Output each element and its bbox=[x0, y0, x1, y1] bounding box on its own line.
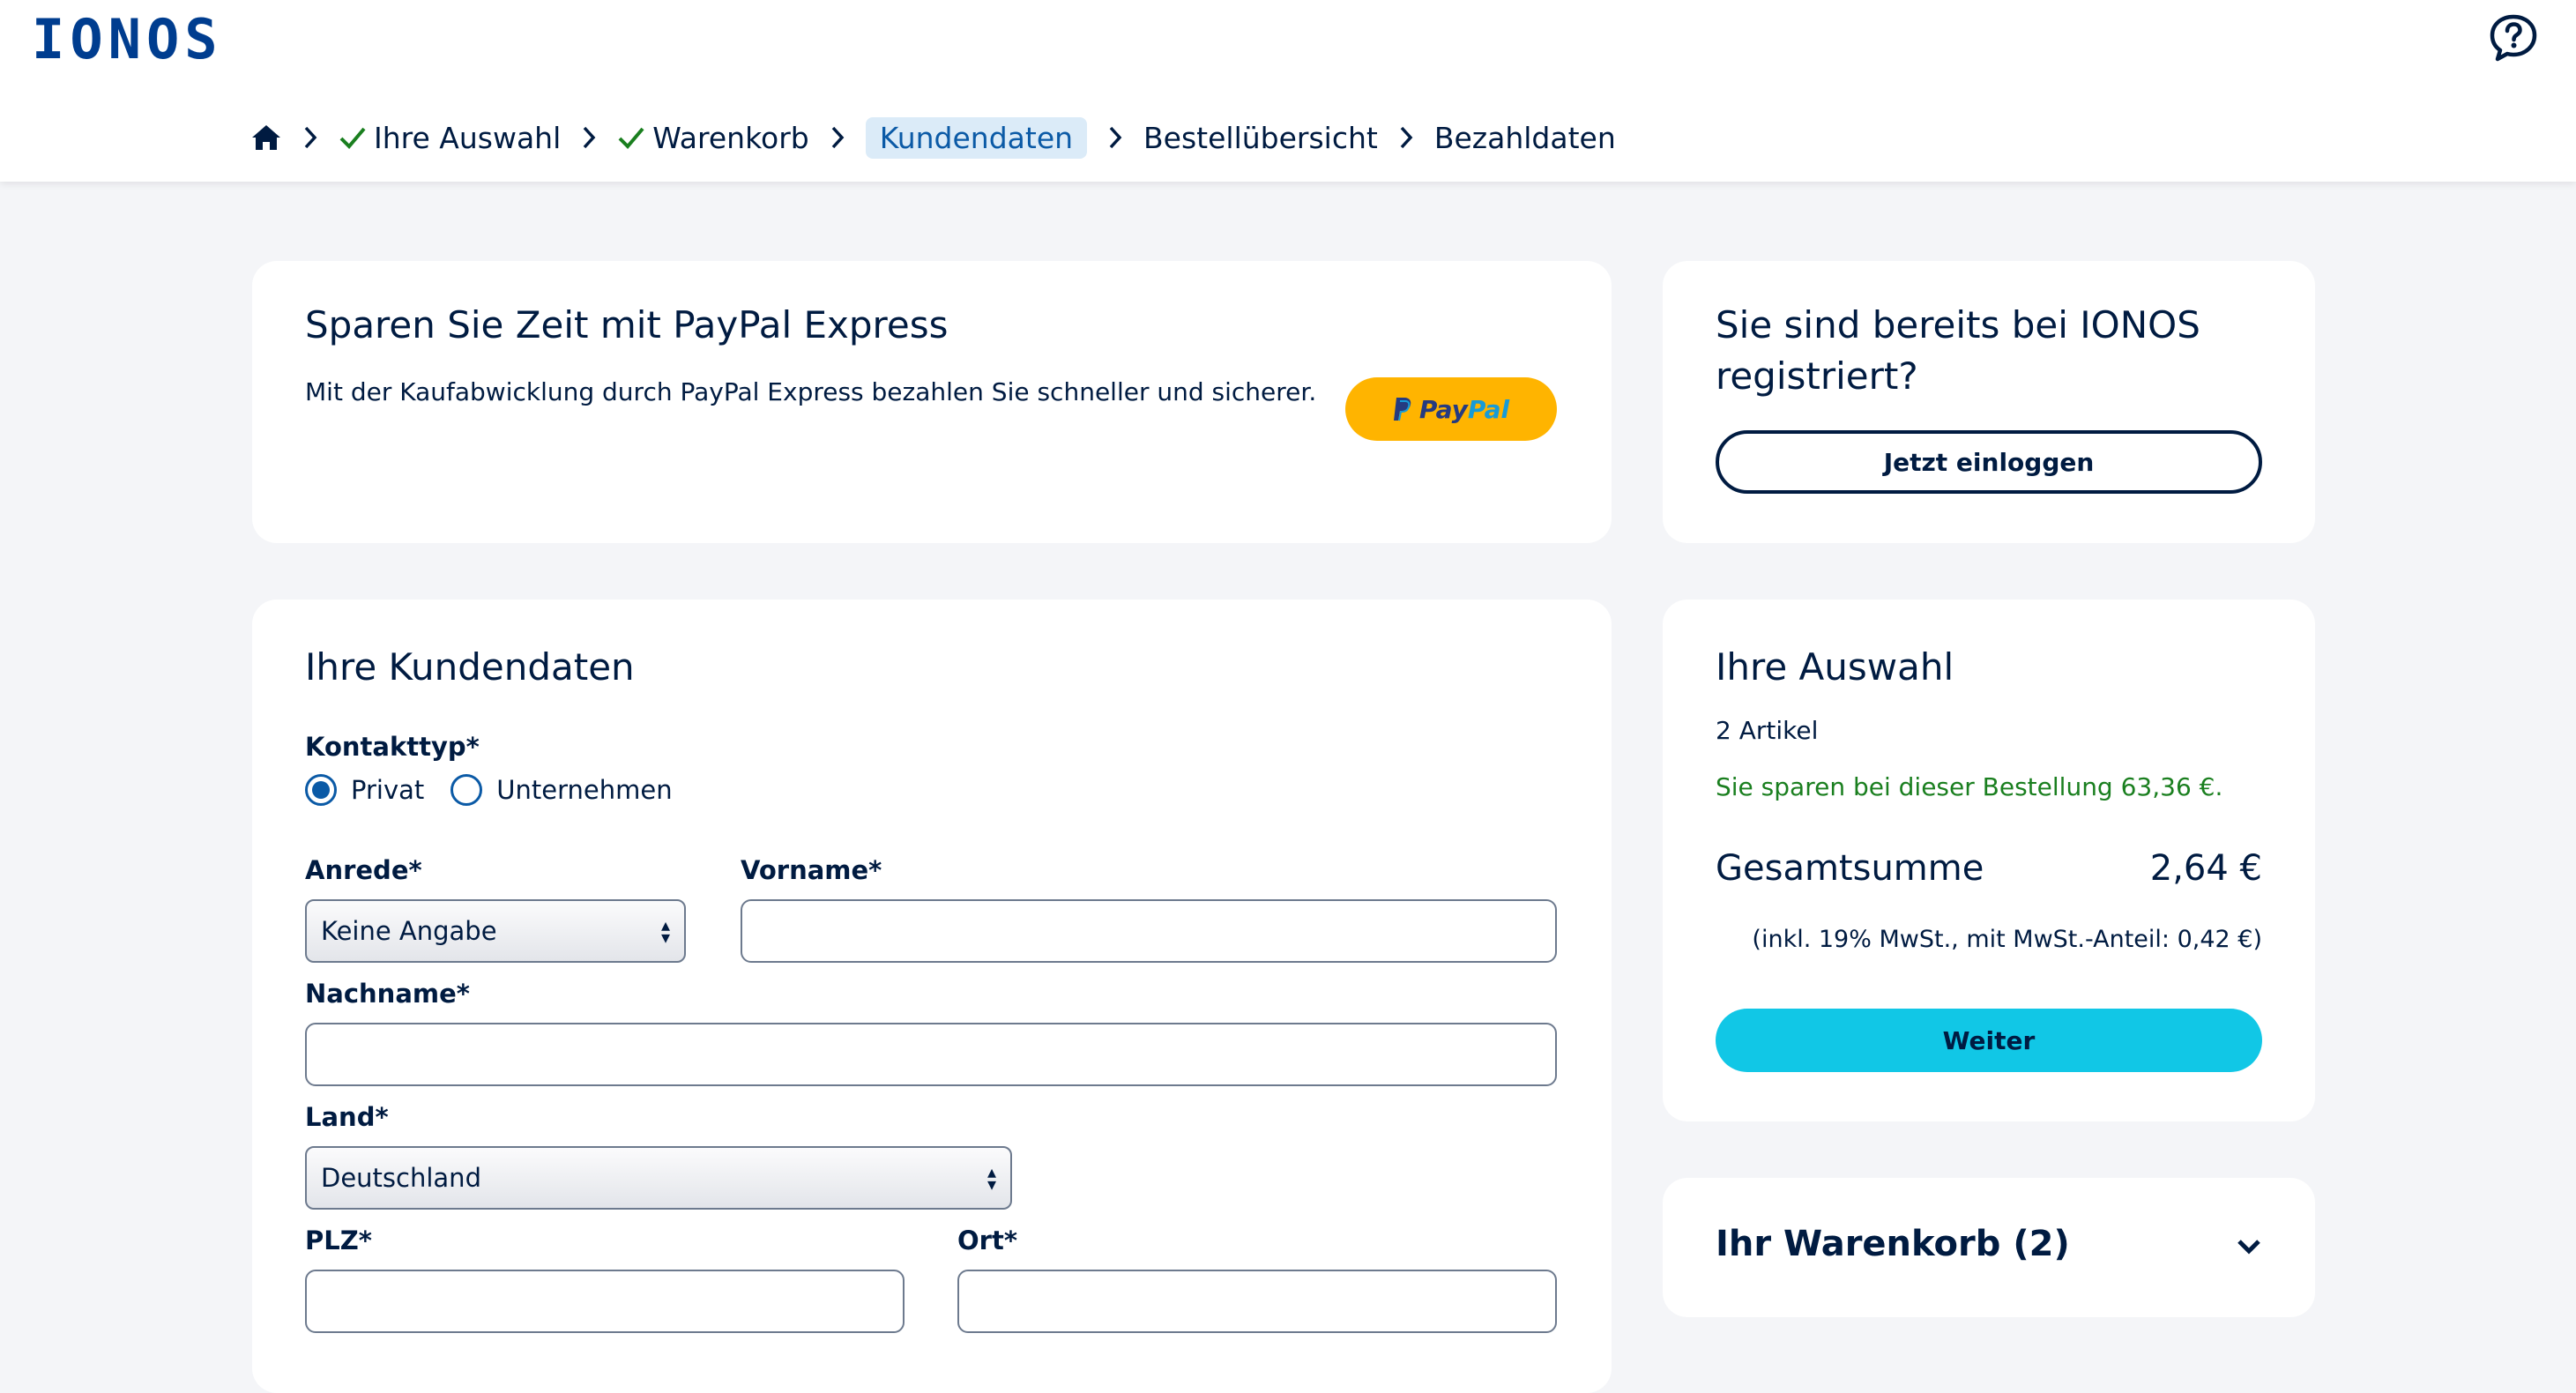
radio-privat[interactable] bbox=[305, 774, 337, 806]
breadcrumb-label: Ihre Auswahl bbox=[374, 120, 562, 155]
breadcrumb-step-bezahldaten: Bezahldaten bbox=[1434, 121, 1616, 155]
country-label: Land* bbox=[305, 1102, 389, 1132]
breadcrumb-label: Warenkorb bbox=[652, 120, 809, 155]
chevron-right-icon bbox=[1109, 126, 1122, 149]
firstname-label: Vorname* bbox=[741, 855, 882, 885]
top-header: IONOS Ihre Auswahl Warenkorb Kundendaten… bbox=[0, 0, 2576, 182]
chevron-right-icon bbox=[831, 126, 845, 149]
help-chat-icon[interactable] bbox=[2488, 12, 2539, 63]
cart-title: Ihr Warenkorb (2) bbox=[1716, 1224, 2070, 1264]
country-select[interactable]: Deutschland ▴ ▾ bbox=[305, 1146, 1012, 1210]
form-title: Ihre Kundendaten bbox=[305, 645, 635, 689]
breadcrumb-step-ihre-auswahl[interactable]: Ihre Auswahl bbox=[339, 121, 561, 155]
login-card-title-line2: registriert? bbox=[1716, 354, 1918, 398]
chevron-right-icon bbox=[583, 126, 596, 149]
home-icon[interactable] bbox=[250, 123, 282, 152]
country-select-value: Deutschland bbox=[321, 1163, 481, 1193]
summary-item-count: 2 Artikel bbox=[1716, 716, 1819, 745]
paypal-wordmark-pal: Pal bbox=[1467, 394, 1510, 424]
contact-type-label: Kontakttyp* bbox=[305, 732, 480, 762]
zip-input[interactable] bbox=[305, 1270, 905, 1333]
selection-summary-card: Ihre Auswahl 2 Artikel Sie sparen bei di… bbox=[1663, 600, 2315, 1121]
breadcrumb-label: Kundendaten bbox=[879, 120, 1074, 155]
login-card: Sie sind bereits bei IONOS registriert? … bbox=[1663, 261, 2315, 543]
city-input[interactable] bbox=[957, 1270, 1557, 1333]
paypal-logo-icon bbox=[1393, 398, 1411, 421]
radio-selected-dot bbox=[312, 781, 330, 799]
summary-saving-note: Sie sparen bei dieser Bestellung 63,36 €… bbox=[1716, 772, 2223, 801]
chevron-right-icon bbox=[1400, 126, 1413, 149]
select-arrows-icon: ▴ ▾ bbox=[986, 1161, 996, 1195]
salutation-label: Anrede* bbox=[305, 855, 422, 885]
paypal-express-button[interactable]: PayPal bbox=[1345, 377, 1557, 441]
paypal-wordmark-pay: Pay bbox=[1418, 394, 1468, 424]
select-arrows-icon: ▴ ▾ bbox=[660, 914, 670, 948]
paypal-wordmark: PayPal bbox=[1419, 395, 1509, 424]
breadcrumb-step-kundendaten[interactable]: Kundendaten bbox=[865, 116, 1088, 159]
radio-privat-label[interactable]: Privat bbox=[351, 775, 424, 805]
paypal-express-card: Sparen Sie Zeit mit PayPal Express Mit d… bbox=[252, 261, 1612, 543]
total-value: 2,64 € bbox=[2149, 848, 2262, 889]
paypal-card-text: Mit der Kaufabwicklung durch PayPal Expr… bbox=[305, 377, 1317, 406]
contact-type-radio-group: Privat Unternehmen bbox=[305, 774, 699, 806]
login-button[interactable]: Jetzt einloggen bbox=[1716, 430, 2262, 494]
zip-label: PLZ* bbox=[305, 1225, 372, 1255]
vat-note: (inkl. 19% MwSt., mit MwSt.-Anteil: 0,42… bbox=[1752, 926, 2262, 953]
ionos-logo[interactable]: IONOS bbox=[32, 7, 223, 71]
breadcrumb-step-warenkorb[interactable]: Warenkorb bbox=[617, 120, 809, 155]
salutation-select-value: Keine Angabe bbox=[321, 916, 497, 946]
summary-title: Ihre Auswahl bbox=[1716, 645, 1954, 689]
cart-card[interactable]: Ihr Warenkorb (2) bbox=[1663, 1178, 2315, 1317]
checkmark-icon bbox=[339, 127, 366, 149]
continue-button[interactable]: Weiter bbox=[1716, 1009, 2262, 1072]
salutation-select[interactable]: Keine Angabe ▴ ▾ bbox=[305, 899, 686, 963]
chevron-down-icon[interactable] bbox=[2236, 1236, 2262, 1257]
radio-unternehmen-label[interactable]: Unternehmen bbox=[496, 775, 672, 805]
customer-data-card: Ihre Kundendaten Kontakttyp* Privat Unte… bbox=[252, 600, 1612, 1393]
city-label: Ort* bbox=[957, 1225, 1017, 1255]
login-card-title-line1: Sie sind bereits bei IONOS bbox=[1716, 303, 2200, 346]
paypal-card-title: Sparen Sie Zeit mit PayPal Express bbox=[305, 303, 949, 346]
total-label: Gesamtsumme bbox=[1716, 848, 1984, 889]
breadcrumb-step-bestelluebersicht: Bestellübersicht bbox=[1143, 121, 1378, 155]
lastname-label: Nachname* bbox=[305, 979, 470, 1009]
breadcrumb: Ihre Auswahl Warenkorb Kundendaten Beste… bbox=[250, 113, 1616, 162]
lastname-input[interactable] bbox=[305, 1023, 1557, 1086]
chevron-right-icon bbox=[304, 126, 317, 149]
checkmark-icon bbox=[618, 127, 644, 149]
firstname-input[interactable] bbox=[741, 899, 1557, 963]
breadcrumb-label: Bestellübersicht bbox=[1143, 120, 1378, 155]
radio-unternehmen[interactable] bbox=[450, 774, 483, 806]
breadcrumb-label: Bezahldaten bbox=[1433, 120, 1616, 155]
